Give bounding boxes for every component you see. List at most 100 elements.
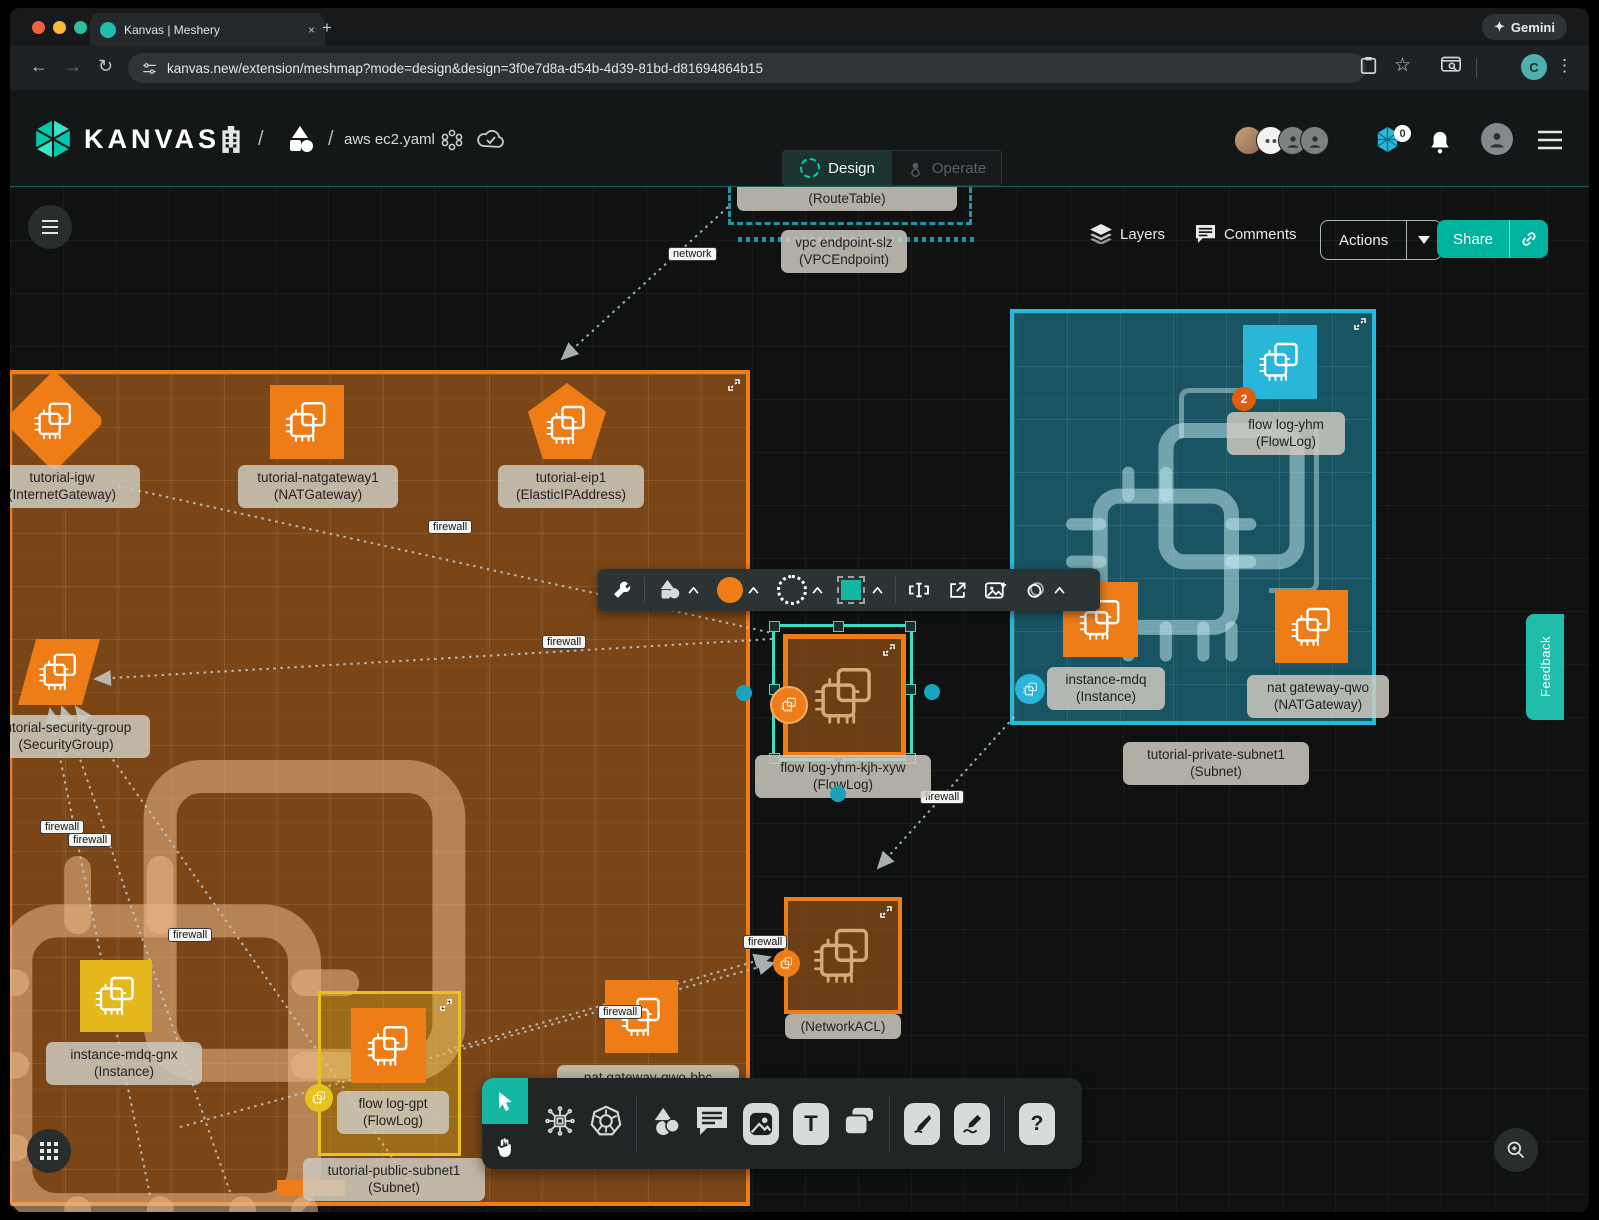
new-tab-button[interactable]: + xyxy=(322,18,332,38)
actions-button[interactable]: Actions xyxy=(1320,220,1442,260)
design-canvas[interactable]: (RouteTable) vpc endpoint-slz(VPCEndpoin… xyxy=(10,186,1589,1212)
group-style-tool[interactable] xyxy=(1017,573,1073,607)
tab-design[interactable]: Design xyxy=(783,151,892,185)
feedback-tab[interactable]: Feedback xyxy=(1526,614,1564,720)
tab-close-icon[interactable]: × xyxy=(308,23,315,37)
save-icon[interactable] xyxy=(1360,56,1377,75)
kanvas-logo-icon xyxy=(32,118,74,160)
node-flow-log-yhm[interactable] xyxy=(1243,325,1317,399)
acl-badge[interactable] xyxy=(773,950,800,977)
node-label-public-subnet[interactable]: tutorial-public-subnet1(Subnet) xyxy=(303,1158,485,1201)
node-label-security-group[interactable]: tutorial-security-group(SecurityGroup) xyxy=(10,715,150,758)
chrome-profile-avatar[interactable]: C xyxy=(1521,54,1547,80)
bookmark-star-icon[interactable]: ☆ xyxy=(1394,54,1411,77)
browser-tab[interactable]: Kanvas | Meshery × xyxy=(90,13,325,46)
zoom-search-button[interactable] xyxy=(1494,1128,1538,1172)
node-network-acl[interactable] xyxy=(784,897,902,1014)
url-text: kanvas.new/extension/meshmap?mode=design… xyxy=(167,61,763,76)
text-tool[interactable]: T xyxy=(793,1103,829,1145)
node-label-natgateway1[interactable]: tutorial-natgateway1(NATGateway) xyxy=(238,465,398,508)
node-label-flow-log-gpt[interactable]: flow log-gpt(FlowLog) xyxy=(337,1091,449,1134)
minimize-window-button[interactable] xyxy=(53,21,66,34)
tab-search-icon[interactable] xyxy=(1441,56,1461,74)
zoom-window-button[interactable] xyxy=(74,21,87,34)
add-image-tool[interactable] xyxy=(977,573,1015,607)
workspace-shapes-icon[interactable] xyxy=(284,124,316,154)
snowflake-icon[interactable] xyxy=(440,128,464,152)
collapse-icon[interactable] xyxy=(879,905,893,919)
components-tool[interactable] xyxy=(544,1105,576,1142)
bell-icon[interactable] xyxy=(1429,130,1451,154)
actions-dropdown-arrow[interactable] xyxy=(1406,221,1441,259)
node-instance-mdq-gnx[interactable] xyxy=(80,960,152,1032)
collapse-icon[interactable] xyxy=(882,643,896,657)
subnet-badge[interactable] xyxy=(1015,674,1045,704)
connection-dot[interactable] xyxy=(736,685,752,701)
edge-label: firewall xyxy=(428,520,472,534)
browser-menu-icon[interactable]: ⋮ xyxy=(1556,56,1573,76)
configure-tool[interactable] xyxy=(604,573,640,607)
shape-color-tool[interactable] xyxy=(833,573,891,607)
freehand-tool[interactable] xyxy=(954,1103,990,1145)
breadcrumb-separator: / xyxy=(258,128,264,151)
open-in-new-tool[interactable] xyxy=(940,573,975,607)
help-tool[interactable]: ? xyxy=(1019,1103,1055,1145)
collapse-icon[interactable] xyxy=(727,378,741,392)
apps-grid-button[interactable] xyxy=(27,1129,71,1173)
flowlog-badge[interactable] xyxy=(305,1084,333,1112)
comment-tool[interactable] xyxy=(695,1105,729,1142)
site-info-icon[interactable] xyxy=(142,61,157,76)
node-label-private-subnet[interactable]: tutorial-private-subnet1(Subnet) xyxy=(1123,742,1309,785)
node-label-eip1[interactable]: tutorial-eip1(ElasticIPAddress) xyxy=(498,465,644,508)
shapes-tool[interactable] xyxy=(649,573,707,607)
reload-icon[interactable]: ↻ xyxy=(98,56,113,77)
rename-tool[interactable] xyxy=(900,573,938,607)
select-tool[interactable] xyxy=(482,1078,528,1124)
forward-icon[interactable]: → xyxy=(64,56,82,77)
node-natgateway1[interactable] xyxy=(270,385,344,459)
node-label-natgateway-qwo[interactable]: nat gateway-qwo(NATGateway) xyxy=(1247,675,1389,718)
node-label-instance-mdq[interactable]: instance-mdq(Instance) xyxy=(1047,667,1165,710)
gemini-button[interactable]: ✦ Gemini xyxy=(1482,14,1567,40)
user-avatar[interactable] xyxy=(1481,123,1513,155)
share-link-icon[interactable] xyxy=(1509,220,1548,258)
collaborator-avatar[interactable] xyxy=(1300,126,1329,155)
node-label-network-acl[interactable]: (NetworkACL) xyxy=(785,1014,901,1039)
fill-color-tool[interactable] xyxy=(709,573,767,607)
canvas-menu-button[interactable] xyxy=(28,205,72,249)
kubernetes-tool[interactable] xyxy=(590,1105,622,1142)
layers-button[interactable]: Layers xyxy=(1090,224,1165,244)
tab-operate[interactable]: Operate xyxy=(892,151,1001,185)
image-tool[interactable] xyxy=(743,1103,779,1145)
node-label-instance-mdq-gnx[interactable]: instance-mdq-gnx(Instance) xyxy=(46,1042,202,1085)
close-window-button[interactable] xyxy=(32,21,45,34)
collapse-icon[interactable] xyxy=(439,998,453,1012)
comments-button[interactable]: Comments xyxy=(1195,224,1297,244)
note-tool[interactable] xyxy=(843,1106,875,1141)
organization-icon[interactable] xyxy=(218,126,244,154)
node-label-igw[interactable]: tutorial-igw(InternetGateway) xyxy=(10,465,140,508)
flowlog-selected-badge[interactable] xyxy=(770,686,808,724)
design-file-name[interactable]: aws ec2.yaml xyxy=(344,131,435,148)
cloud-sync-icon[interactable] xyxy=(476,127,506,151)
collapse-icon[interactable] xyxy=(1353,317,1367,331)
brand[interactable]: KANVAS xyxy=(32,118,220,160)
app-menu-icon[interactable] xyxy=(1537,130,1563,150)
node-label-vpcendpoint[interactable]: vpc endpoint-slz(VPCEndpoint) xyxy=(781,230,907,273)
comment-icon xyxy=(695,1105,729,1137)
circles-icon xyxy=(1025,580,1049,600)
node-flow-log-gpt[interactable] xyxy=(351,1008,426,1083)
back-icon[interactable]: ← xyxy=(30,56,48,77)
share-button[interactable]: Share xyxy=(1437,220,1548,258)
connection-dot[interactable] xyxy=(830,786,846,802)
shapes-tool[interactable] xyxy=(651,1106,681,1141)
connection-dot[interactable] xyxy=(924,684,940,700)
node-label-routetable[interactable]: (RouteTable) xyxy=(737,186,957,211)
border-style-tool[interactable] xyxy=(769,573,831,607)
node-label-flow-log-yhm[interactable]: flow log-yhm(FlowLog) xyxy=(1227,412,1345,455)
node-natgateway-qwo[interactable] xyxy=(1275,590,1348,663)
pen-tool[interactable] xyxy=(904,1103,940,1145)
url-field[interactable]: kanvas.new/extension/meshmap?mode=design… xyxy=(128,53,1366,83)
meshery-notifications[interactable]: 0 xyxy=(1374,126,1411,153)
pan-tool[interactable] xyxy=(482,1124,528,1169)
